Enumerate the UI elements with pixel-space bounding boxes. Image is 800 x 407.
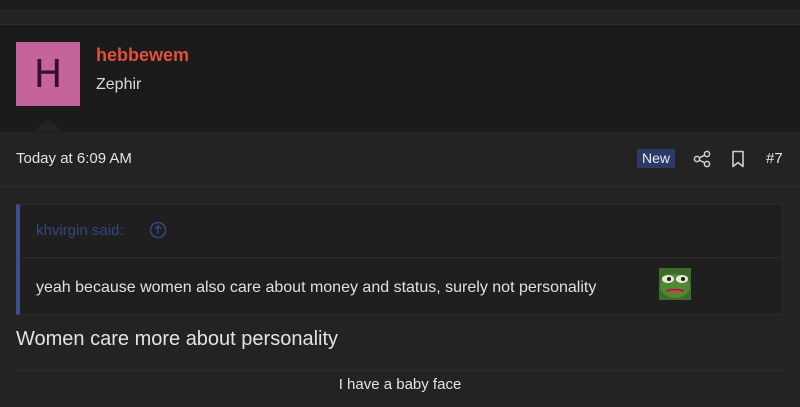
avatar[interactable]: H — [16, 42, 80, 106]
post-message-text: Women care more about personality — [16, 328, 339, 350]
post-meta-bar: Today at 6:09 AM New #7 — [0, 131, 800, 187]
header-arrow — [34, 119, 62, 131]
top-strip — [0, 0, 800, 11]
post-timestamp[interactable]: Today at 6:09 AM — [16, 150, 132, 167]
bookmark-icon[interactable] — [730, 150, 746, 168]
post-number-link[interactable]: #7 — [766, 150, 783, 167]
quote-header: khvirgin said: — [20, 205, 782, 258]
username-link[interactable]: hebbewem — [96, 45, 189, 66]
share-icon[interactable] — [693, 150, 711, 168]
signature-text: I have a baby face — [338, 376, 462, 393]
quote-text: yeah because women also care about money… — [36, 279, 597, 296]
arrow-up-circle-icon[interactable] — [149, 221, 167, 239]
user-title: Zephir — [96, 76, 142, 93]
quote-author-link[interactable]: khvirgin said: — [36, 222, 124, 239]
new-badge: New — [637, 149, 676, 168]
quote-block: khvirgin said: yeah because women also c… — [16, 204, 783, 315]
message-user-header: H hebbewem Zephir — [0, 24, 800, 132]
signature-divider — [16, 370, 784, 371]
pepe-emoji-icon — [659, 268, 691, 300]
